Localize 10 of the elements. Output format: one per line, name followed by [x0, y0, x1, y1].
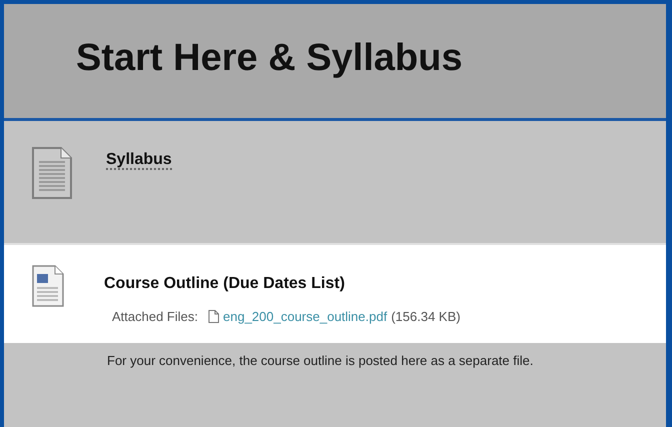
item-title: Course Outline (Due Dates List): [104, 275, 346, 293]
file-icon: [208, 310, 219, 323]
document-icon: [32, 147, 72, 199]
page-title: Start Here & Syllabus: [76, 36, 462, 80]
item-description: For your convenience, the course outline is posted here as a separate file.: [106, 352, 534, 368]
file-size: (156.34 KB): [391, 309, 460, 324]
attached-files-label: Attached Files:: [112, 309, 198, 324]
item-title-link[interactable]: Syllabus: [106, 151, 172, 170]
file-link[interactable]: eng_200_course_outline.pdf: [223, 309, 388, 324]
image-document-icon: [32, 265, 64, 307]
